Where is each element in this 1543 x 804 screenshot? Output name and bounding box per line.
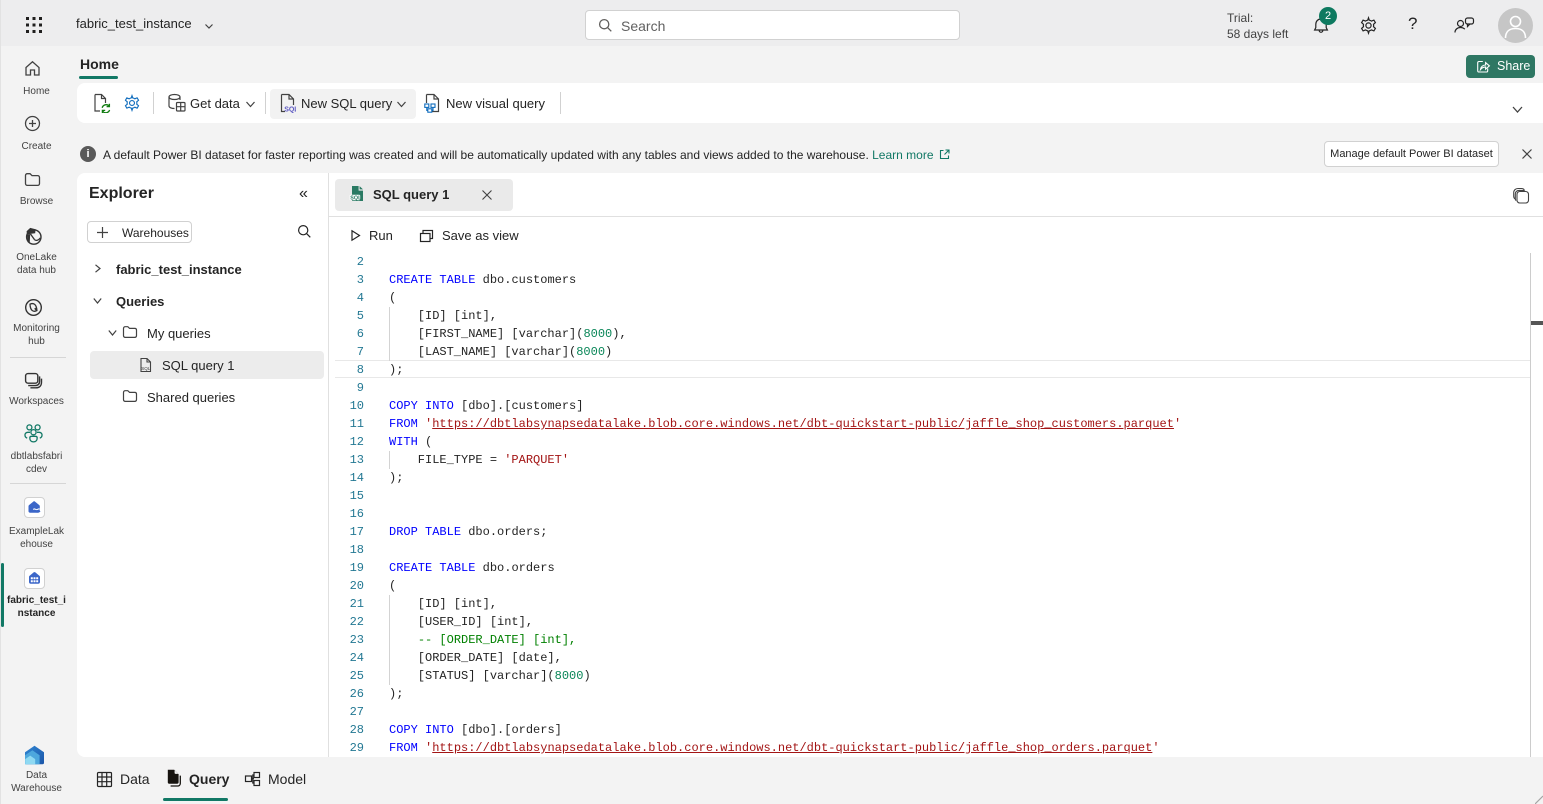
svg-text:SQL: SQL [284,107,296,114]
svg-text:SQL: SQL [141,366,151,371]
svg-text:SQL: SQL [350,195,362,201]
